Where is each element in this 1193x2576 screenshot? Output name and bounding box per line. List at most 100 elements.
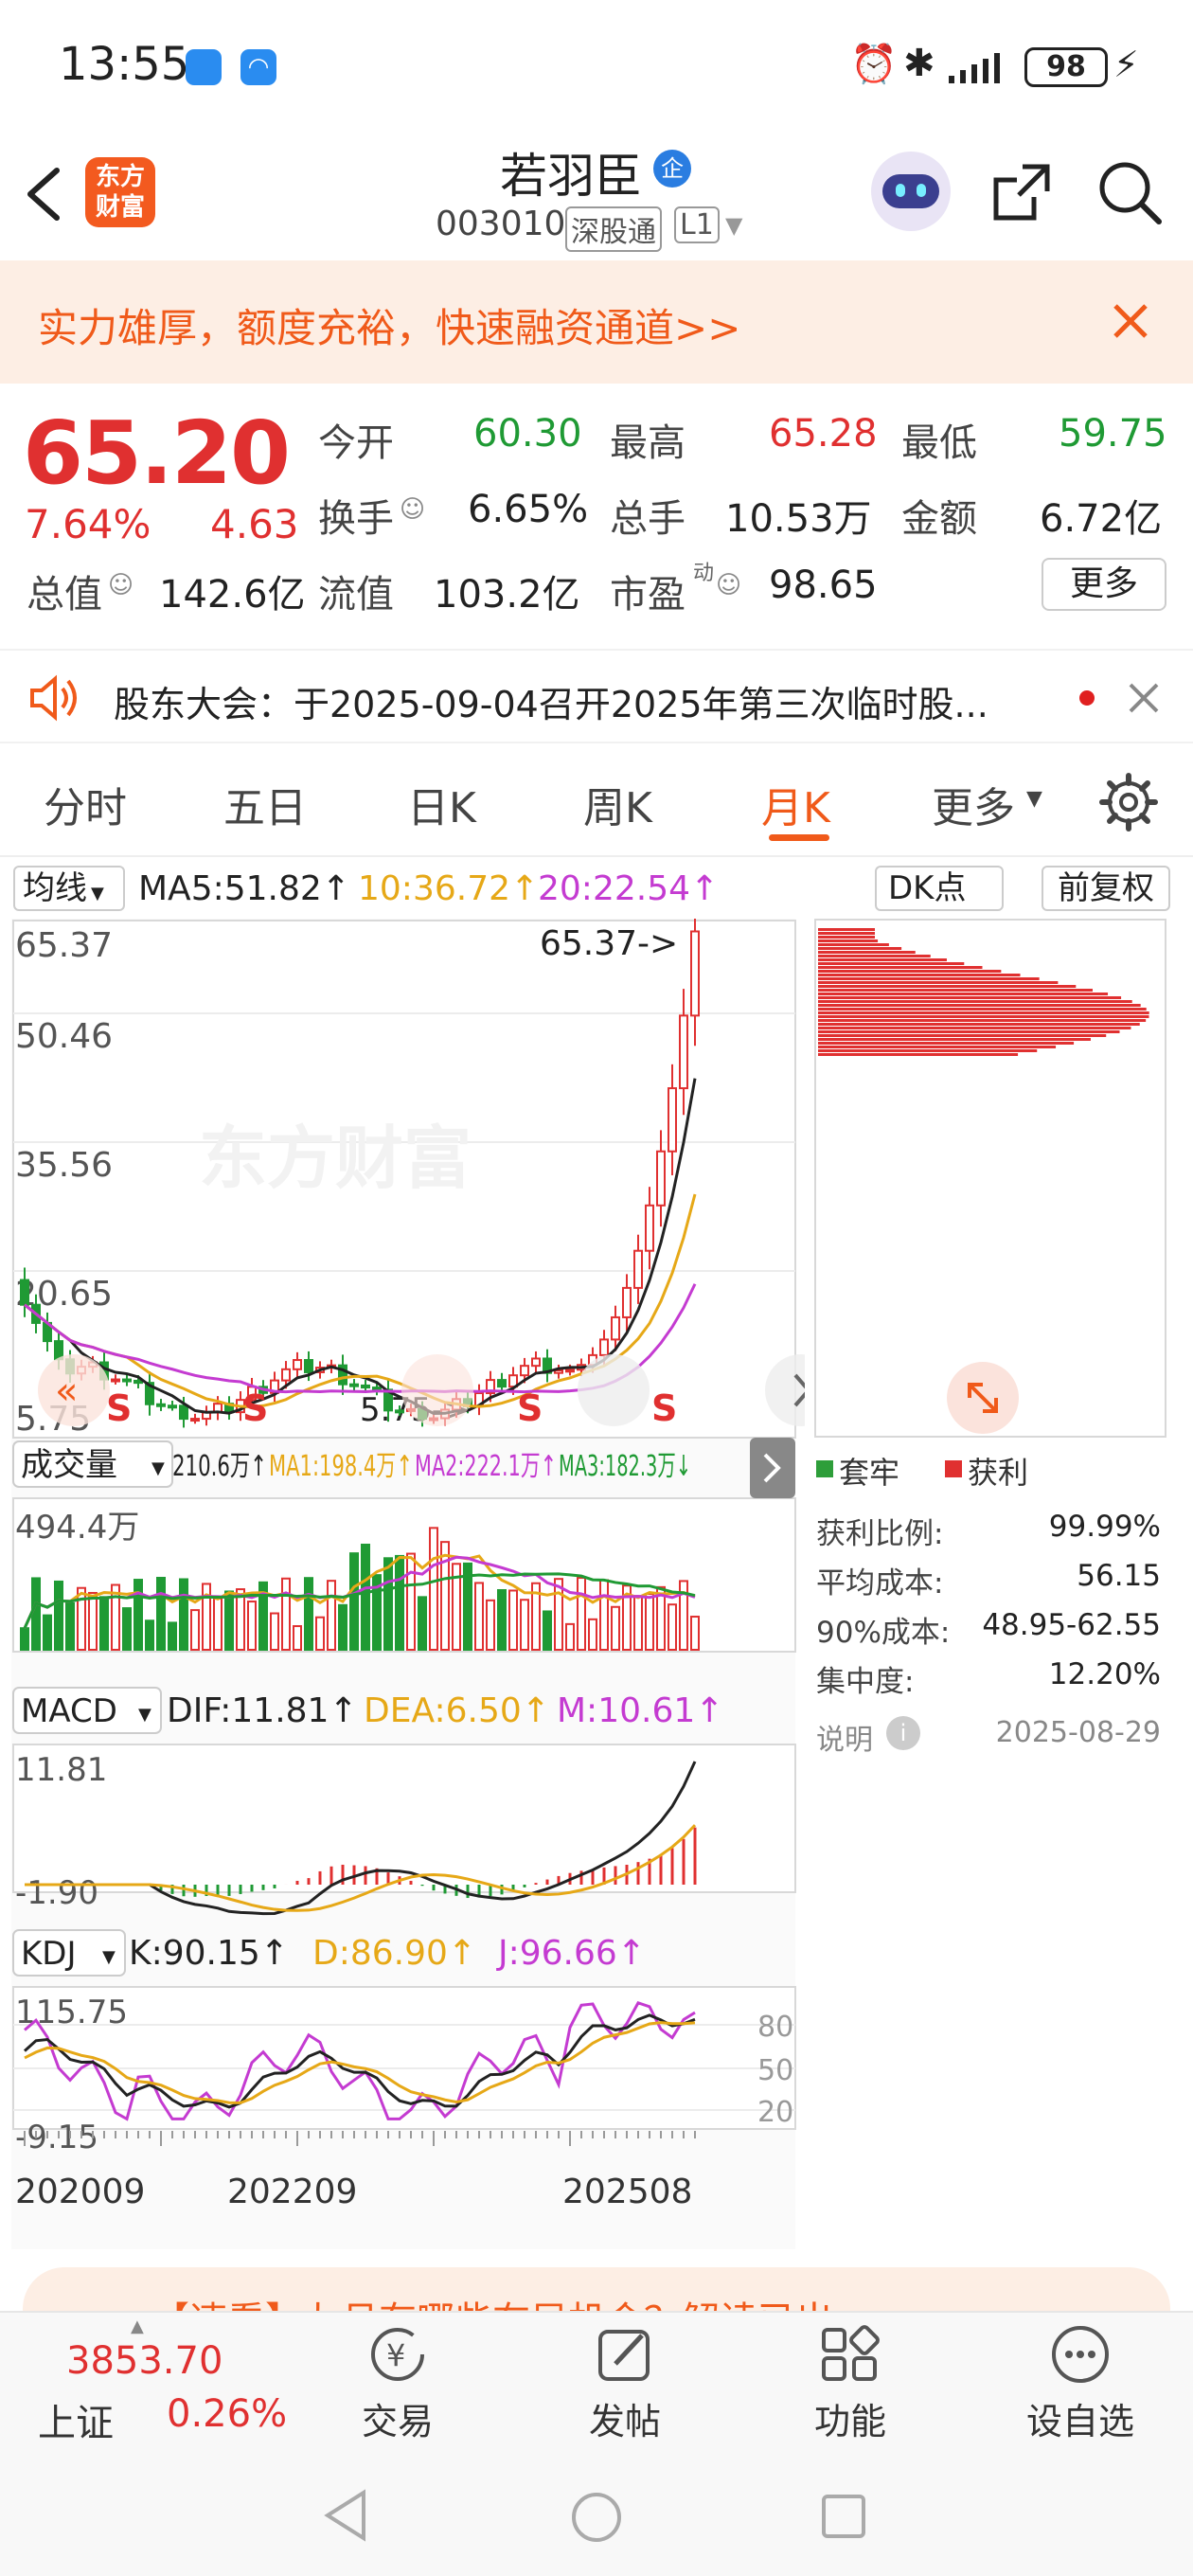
ma-toolbar: 均线 ▼ MA5:51.82↑ 10:36.72↑ 20:22.54↑ DK点 前… xyxy=(0,858,1193,919)
volume-value: 10.53万 xyxy=(725,497,872,541)
legend-trapped-swatch xyxy=(816,1460,833,1477)
share-icon[interactable] xyxy=(988,159,1055,225)
trade-yen-icon: ¥ xyxy=(371,2328,424,2381)
adjust-select[interactable]: 前复权 xyxy=(1042,866,1170,911)
speaker-icon xyxy=(27,673,83,723)
code-dropdown-icon[interactable]: ▼ xyxy=(725,212,742,239)
chip-date: 2025-08-29 xyxy=(995,1716,1161,1749)
volume-bar xyxy=(588,1618,597,1651)
turnover-info-icon[interactable]: ☺ xyxy=(400,495,425,524)
volume-bar xyxy=(168,1621,177,1651)
candle-body xyxy=(531,1357,541,1368)
notice-bar[interactable]: 股东大会：于2025-09-04召开2025年第三次临时股... xyxy=(0,649,1193,743)
zoom-out-handle[interactable] xyxy=(578,1354,650,1426)
chip-distribution: 套牢 获利 获利比例: 99.99% 平均成本: 56.15 90%成本: 48… xyxy=(812,919,1184,1771)
promo-banner[interactable]: 实力雄厚，额度充裕，快速融资通道>> xyxy=(0,260,1193,384)
chip-note-link[interactable]: 说明 xyxy=(816,1716,873,1758)
volume-bar xyxy=(31,1577,41,1651)
x-label-2: 202209 xyxy=(227,2173,357,2211)
ai-assistant-avatar[interactable] xyxy=(871,152,951,231)
kline-charts[interactable]: 东方财富 65.37 50.46 35.56 20.65 5.75 65.37-… xyxy=(0,919,805,2249)
macd-y-min: -1.90 xyxy=(15,1874,98,1912)
volume-bar xyxy=(565,1622,575,1652)
double-chevron-left-icon[interactable]: « xyxy=(55,1369,78,1413)
index-name: 上证 xyxy=(38,2402,114,2445)
candle-body xyxy=(156,1403,166,1407)
float-value: 103.2亿 xyxy=(434,573,580,617)
exchange-tag: 深股通 xyxy=(565,206,662,252)
edit-icon xyxy=(598,2330,650,2381)
tab-daily[interactable]: 日K xyxy=(407,774,476,834)
volume-label: 成交量 xyxy=(21,1446,117,1484)
post-label: 发帖 xyxy=(588,2401,661,2442)
nav-home-icon[interactable] xyxy=(570,2491,623,2544)
candle-body xyxy=(304,1359,313,1373)
battery-icon: 98 xyxy=(1024,47,1108,87)
low-value: 59.75 xyxy=(1059,412,1167,456)
legend-trapped: 套牢 xyxy=(839,1455,900,1491)
signal-icon xyxy=(945,53,1011,83)
app-logo[interactable]: 东方 财富 xyxy=(85,157,155,227)
mktcap-info-icon[interactable]: ☺ xyxy=(108,571,134,599)
legend-profit: 获利 xyxy=(968,1455,1029,1491)
macd-label: MACD xyxy=(21,1692,117,1730)
index-widget[interactable]: ▲ 3853.70 上证 0.26% xyxy=(0,2313,287,2455)
add-watchlist-button[interactable]: 设自选 xyxy=(1019,2322,1142,2445)
tab-five-day[interactable]: 五日 xyxy=(223,774,307,834)
volume-bar xyxy=(429,1527,438,1651)
open-label: 今开 xyxy=(318,421,394,465)
float-label: 流值 xyxy=(318,573,394,617)
settings-gear-icon[interactable] xyxy=(1098,772,1159,832)
volume-bar xyxy=(645,1593,654,1651)
dk-point-toggle[interactable]: DK点 xyxy=(875,866,1004,911)
ma-select[interactable]: 均线 ▼ xyxy=(13,866,125,911)
chip-bar xyxy=(818,985,1077,988)
back-button[interactable] xyxy=(17,161,74,227)
collapse-panel-button[interactable] xyxy=(750,1438,795,1498)
chip-bar xyxy=(818,1042,1075,1045)
tab-intraday[interactable]: 分时 xyxy=(44,774,127,834)
chip-avg-cost: 56.15 xyxy=(1077,1559,1161,1593)
kdj-level-20: 20 xyxy=(757,2096,793,2129)
tab-monthly[interactable]: 月K xyxy=(761,774,830,834)
nav-back-icon[interactable] xyxy=(322,2489,369,2542)
pe-info-icon[interactable]: ☺ xyxy=(716,571,741,599)
tab-weekly[interactable]: 周K xyxy=(583,774,652,834)
volume-bar xyxy=(145,1619,154,1652)
candle-body xyxy=(656,1150,666,1207)
trade-label: 交易 xyxy=(361,2401,434,2442)
close-banner-icon[interactable] xyxy=(1108,298,1153,344)
kdj-select-caret-icon: ▼ xyxy=(102,1947,116,1967)
chip-bar xyxy=(818,1049,1038,1052)
chip-profit-ratio: 99.99% xyxy=(1048,1510,1161,1544)
logo-line-1: 东方 xyxy=(95,163,145,191)
index-up-arrow-icon: ▲ xyxy=(131,2317,144,2336)
tab-more[interactable]: 更多 xyxy=(932,774,1015,834)
search-icon[interactable] xyxy=(1095,157,1165,227)
candle-body xyxy=(611,1315,620,1341)
pe-value: 98.65 xyxy=(769,564,878,607)
volume-bar xyxy=(304,1577,313,1651)
post-button[interactable]: 发帖 xyxy=(568,2322,682,2445)
candle-body xyxy=(497,1379,507,1388)
screen: { "status_bar":{"time":"13:55","battery"… xyxy=(0,0,1193,2576)
functions-button[interactable]: 功能 xyxy=(793,2322,907,2445)
tab-more-caret-icon: ▼ xyxy=(1026,787,1042,811)
stock-code: 003010 xyxy=(436,205,566,243)
volume-bar xyxy=(406,1552,416,1651)
crosshair-handle[interactable] xyxy=(401,1354,473,1426)
candle-body xyxy=(111,1378,120,1383)
chip-expand-handle[interactable] xyxy=(947,1362,1019,1434)
trade-button[interactable]: ¥ 交易 xyxy=(341,2322,454,2445)
chip-bar xyxy=(818,928,875,931)
info-icon[interactable]: i xyxy=(886,1716,920,1750)
message-icon xyxy=(186,49,222,85)
chip-bar xyxy=(818,1038,1091,1041)
volume-bar xyxy=(611,1605,620,1652)
volume-bar xyxy=(486,1599,495,1652)
chip-bar xyxy=(818,947,902,950)
nav-recents-icon[interactable] xyxy=(820,2493,867,2540)
close-notice-icon[interactable] xyxy=(1127,681,1161,715)
chip-bar xyxy=(818,936,875,939)
more-button[interactable]: 更多 xyxy=(1042,558,1166,611)
